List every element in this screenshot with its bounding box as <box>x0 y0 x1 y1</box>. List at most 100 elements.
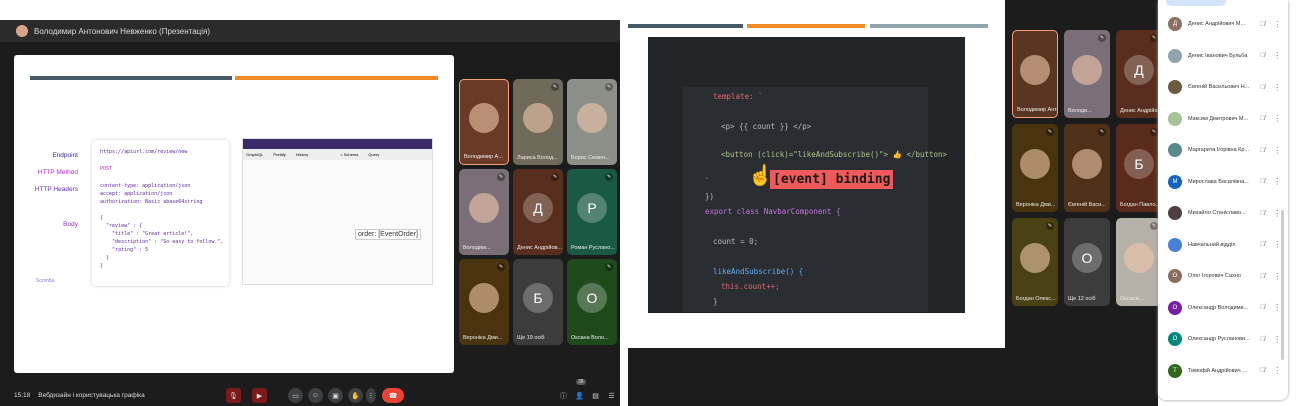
more-options-icon[interactable]: ⋮ <box>1273 146 1281 155</box>
code-line: <p> {{ count }} </p> <box>721 122 812 131</box>
mic-muted-icon: ✎ <box>551 173 559 181</box>
mic-muted-icon[interactable]: 🎙̸ <box>1260 147 1265 154</box>
chat-icon[interactable]: ▤ <box>588 388 603 403</box>
event-binding-callout: [event] binding <box>770 170 894 189</box>
participant-tile[interactable]: О Ще 12 осіб <box>1064 218 1110 306</box>
participants-panel: Д Денис Андрійович М... 🎙̸ ⋮ Денис Іванович … <box>1158 0 1288 400</box>
mic-muted-icon[interactable]: 🎙̸ <box>1260 115 1265 122</box>
more-options-icon[interactable]: ⋮ <box>1273 114 1281 123</box>
avatar: Д <box>1168 17 1182 31</box>
participant-tile[interactable]: Р ✎ Роман Руслано... <box>567 169 617 255</box>
participant-list-item[interactable]: О Олег Ігорович Сахно 🎙̸ ⋮ <box>1168 266 1286 286</box>
participant-tile[interactable]: ✎ Богдан Олекс... <box>1012 218 1058 306</box>
participant-list-item[interactable]: Євгеній Васильович Н... 🎙̸ ⋮ <box>1168 77 1286 97</box>
more-options-icon[interactable]: ⋮ <box>1273 51 1281 60</box>
participant-name: Володимир А... <box>464 154 503 160</box>
more-options-icon[interactable]: ⋮ <box>1273 303 1281 312</box>
mic-muted-icon: ✎ <box>605 83 613 91</box>
mic-muted-icon[interactable]: 🎙̸ <box>1260 367 1265 374</box>
participant-name: Олег Ігорович Сахно <box>1188 273 1241 279</box>
participant-name: Денис Іванович Бульба <box>1188 52 1248 59</box>
avatar: Б <box>1124 148 1154 179</box>
code-line: ` <box>705 177 710 186</box>
more-options-icon[interactable]: ⋮ <box>1273 177 1281 186</box>
participant-tile[interactable]: Володимир Ант... <box>1012 30 1058 118</box>
mic-muted-icon[interactable]: 🎙̸ <box>1260 52 1265 59</box>
participant-list-item[interactable]: Навчальний відділ 🎙̸ ⋮ <box>1168 235 1286 255</box>
participant-name: Денис Андрійович М... <box>1188 21 1246 27</box>
participant-name: Борис Семен... <box>571 155 610 161</box>
more-options-icon[interactable]: ⋮ <box>1273 272 1281 281</box>
more-options-icon[interactable]: ⋮ <box>1273 366 1281 375</box>
more-options-icon[interactable]: ⋮ <box>1273 83 1281 92</box>
participant-list-item[interactable]: О Олександр Володими... 🎙̸ ⋮ <box>1168 298 1286 318</box>
participant-list-item[interactable]: О Олександр Русланови... 🎙̸ ⋮ <box>1168 329 1286 349</box>
avatar <box>1168 80 1182 94</box>
participant-tile[interactable]: Д ✎ Денис Андрійов... <box>513 169 563 255</box>
add-people-button[interactable] <box>1166 0 1226 6</box>
avatar <box>1020 148 1050 179</box>
participant-list-item[interactable]: Маргарита Ігорівна Кр... 🎙̸ ⋮ <box>1168 140 1286 160</box>
participant-tile[interactable]: ✎ Володи... <box>1064 30 1110 118</box>
mic-muted-icon[interactable]: 🎙̸ <box>1260 336 1265 343</box>
more-options-button[interactable]: ⋮ <box>366 388 376 403</box>
participant-tile[interactable]: ✎ Вероніка Дми... <box>1012 124 1058 212</box>
avatar: О <box>1072 242 1102 273</box>
activities-icon[interactable]: ☰ <box>604 388 619 403</box>
more-options-icon[interactable]: ⋮ <box>1273 240 1281 249</box>
participant-tile[interactable]: ✎ Оксана... <box>1116 218 1162 306</box>
participant-tile[interactable]: ✎ Вероніка Дми... <box>459 259 509 345</box>
code-line: this.count++; <box>721 282 780 291</box>
people-icon[interactable]: 👤 <box>572 388 587 403</box>
participant-tile[interactable]: Б Ще 19 осіб <box>513 259 563 345</box>
participant-list-item[interactable]: Михайло Станіславо... 🎙̸ ⋮ <box>1168 203 1286 223</box>
avatar: Д <box>1124 54 1154 85</box>
mic-muted-icon: ✎ <box>497 173 505 181</box>
participant-list-item[interactable]: Д Денис Андрійович М... 🎙̸ ⋮ <box>1168 14 1286 34</box>
graphiql-screenshot: GraphiQL Prettify History < Schema Query ord… <box>242 138 433 285</box>
participant-list-item[interactable]: М Мирослава Василівна... 🎙̸ ⋮ <box>1168 172 1286 192</box>
mic-muted-icon: ✎ <box>1150 222 1158 230</box>
present-button[interactable]: ▣ <box>328 388 343 403</box>
avatar <box>1020 242 1050 273</box>
avatar: Б <box>523 282 553 313</box>
participant-tile[interactable]: Б ✎ Богдан Павло... <box>1116 124 1162 212</box>
raise-hand-button[interactable]: ✋ <box>348 388 363 403</box>
more-options-icon[interactable]: ⋮ <box>1273 335 1281 344</box>
mic-muted-icon[interactable]: 🎙̸ <box>1260 273 1265 280</box>
more-options-icon[interactable]: ⋮ <box>1273 209 1281 218</box>
mic-muted-icon[interactable]: 🎙̸ <box>1260 84 1265 91</box>
mic-button[interactable]: 🎙 <box>226 388 241 403</box>
participant-tile[interactable]: ✎ Євгеній Васи... <box>1064 124 1110 212</box>
request-code-box: https://apiurl.com/review/new POST content… <box>92 140 229 286</box>
code-line: } <box>713 297 718 306</box>
participant-list-item[interactable]: Т Тимофій Андрійович С... 🎙̸ ⋮ <box>1168 361 1286 381</box>
captions-button[interactable]: ▭ <box>288 388 303 403</box>
more-options-icon[interactable]: ⋮ <box>1273 20 1281 29</box>
end-call-button[interactable]: ☎ <box>382 388 404 403</box>
mic-muted-icon[interactable]: 🎙̸ <box>1260 210 1265 217</box>
participant-tile[interactable]: О ✎ Оксана Воло... <box>567 259 617 345</box>
avatar <box>1168 206 1182 220</box>
emoji-button[interactable]: ☺ <box>308 388 323 403</box>
graphiql-title: GraphiQL <box>246 152 264 157</box>
participant-tile[interactable]: ✎ Борис Семен... <box>567 79 617 165</box>
mic-muted-icon[interactable]: 🎙̸ <box>1260 241 1265 248</box>
participant-list-item[interactable]: Денис Іванович Бульба 🎙̸ ⋮ <box>1168 46 1286 66</box>
code-line: count = 0; <box>713 237 759 246</box>
mic-muted-icon[interactable]: 🎙̸ <box>1260 21 1265 28</box>
participant-tile[interactable]: ✎ Лариса Волод... <box>513 79 563 165</box>
mic-muted-icon[interactable]: 🎙̸ <box>1260 304 1265 311</box>
participant-tile[interactable]: Д ✎ Денис Андрійов... <box>1116 30 1162 118</box>
participant-tile[interactable]: ✎ Володим... <box>459 169 509 255</box>
code-line: export class NavbarComponent { <box>705 207 841 216</box>
mic-muted-icon[interactable]: 🎙̸ <box>1260 178 1265 185</box>
participant-list-item[interactable]: Максим Дмитрович М... 🎙̸ ⋮ <box>1168 109 1286 129</box>
camera-button[interactable]: ▶ <box>252 388 267 403</box>
label-body: Body <box>63 221 78 228</box>
participant-tile[interactable]: Володимир А... <box>459 79 509 165</box>
participant-name: Тимофій Андрійович С... <box>1188 367 1250 374</box>
info-icon[interactable]: ⓘ <box>556 388 571 403</box>
participant-name: Роман Руслано... <box>571 245 615 251</box>
people-count-badge: 38 <box>576 379 586 385</box>
